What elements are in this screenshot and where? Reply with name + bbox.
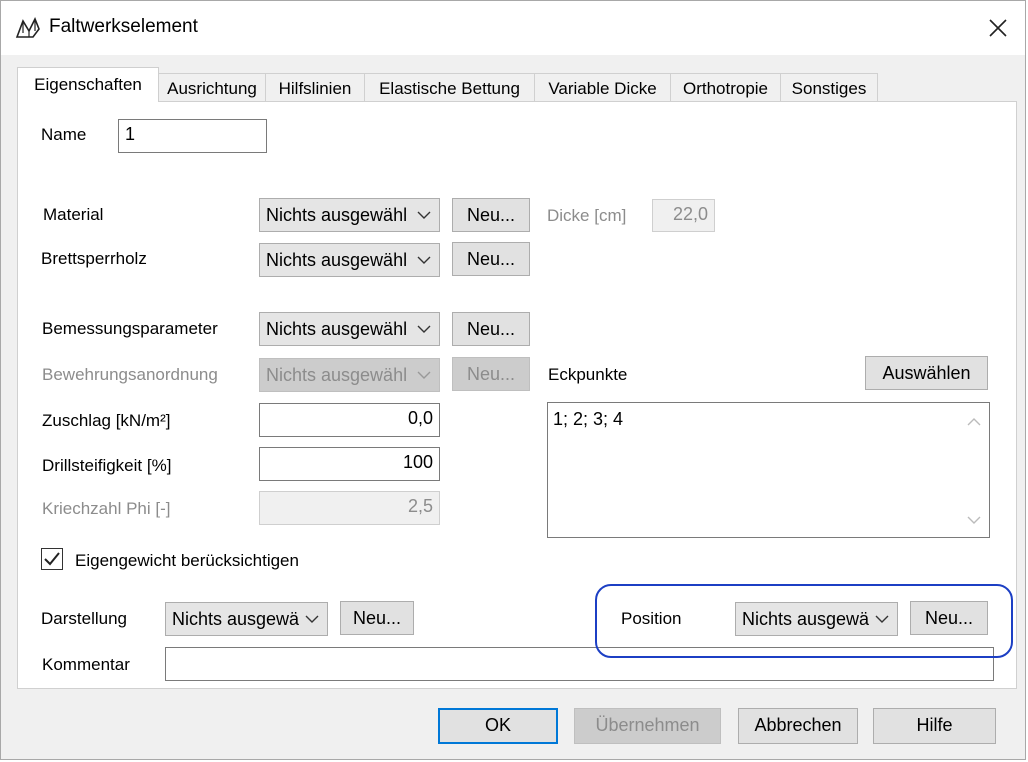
bewehrung-new-button: Neu... — [452, 357, 530, 391]
eckpunkte-value: 1; 2; 3; 4 — [553, 409, 624, 429]
chevron-down-icon — [417, 256, 431, 264]
darstellung-select[interactable]: Nichts ausgewä — [165, 602, 328, 636]
bewehrung-select: Nichts ausgewähl — [259, 358, 440, 392]
kommentar-label: Kommentar — [42, 655, 130, 674]
tab-ausrichtung[interactable]: Ausrichtung — [158, 73, 266, 101]
checkmark-icon — [44, 552, 60, 566]
scroll-up-icon[interactable] — [967, 417, 981, 427]
darstellung-label: Darstellung — [41, 609, 127, 628]
tab-orthotropie[interactable]: Orthotropie — [670, 73, 781, 101]
chevron-down-icon — [305, 615, 319, 623]
bewehrung-label: Bewehrungsanordnung — [42, 365, 218, 384]
help-button[interactable]: Hilfe — [873, 708, 996, 744]
drill-field[interactable]: 100 — [259, 447, 440, 481]
eigengewicht-label[interactable]: Eigengewicht berücksichtigen — [75, 551, 299, 571]
title-bar: Faltwerkselement — [1, 1, 1025, 55]
tab-panel-eigenschaften — [17, 101, 1017, 689]
chevron-down-icon — [417, 211, 431, 219]
cancel-button[interactable]: Abbrechen — [738, 708, 858, 744]
dicke-label: Dicke [cm] — [547, 206, 627, 225]
chevron-down-icon — [875, 615, 889, 623]
tab-sonstiges[interactable]: Sonstiges — [780, 73, 878, 101]
position-select[interactable]: Nichts ausgewä — [735, 602, 898, 636]
material-label: Material — [43, 205, 104, 224]
brettsperrholz-select-value: Nichts ausgewähl — [266, 250, 408, 270]
position-new-button[interactable]: Neu... — [910, 601, 988, 635]
zuschlag-label: Zuschlag [kN/m²] — [42, 411, 171, 430]
position-select-value: Nichts ausgewä — [742, 609, 870, 629]
eckpunkte-label: Eckpunkte — [548, 365, 628, 384]
tab-eigenschaften[interactable]: Eigenschaften — [17, 67, 159, 102]
window-title: Faltwerkselement — [49, 16, 198, 37]
bemessung-new-button[interactable]: Neu... — [452, 312, 530, 346]
chevron-down-icon — [417, 371, 431, 379]
bemessung-label: Bemessungsparameter — [42, 319, 218, 338]
eigengewicht-checkbox[interactable] — [41, 548, 63, 570]
bewehrung-select-value: Nichts ausgewähl — [266, 365, 408, 385]
zuschlag-field[interactable]: 0,0 — [259, 403, 440, 437]
kriech-field: 2,5 — [259, 491, 440, 525]
darstellung-new-button[interactable]: Neu... — [340, 601, 414, 635]
tab-elastische-bettung[interactable]: Elastische Bettung — [364, 73, 535, 101]
ok-button[interactable]: OK — [438, 708, 558, 744]
chevron-down-icon — [417, 325, 431, 333]
eckpunkte-select-button[interactable]: Auswählen — [865, 356, 988, 390]
close-button[interactable] — [981, 11, 1015, 45]
brettsperrholz-new-button[interactable]: Neu... — [452, 242, 530, 276]
drill-label: Drillsteifigkeit [%] — [42, 456, 172, 475]
kommentar-field[interactable] — [165, 647, 994, 681]
dicke-field: 22,0 — [652, 199, 715, 232]
kriech-label: Kriechzahl Phi [-] — [42, 499, 171, 518]
material-new-button[interactable]: Neu... — [452, 198, 530, 232]
brettsperrholz-label: Brettsperrholz — [41, 249, 147, 268]
brettsperrholz-select[interactable]: Nichts ausgewähl — [259, 243, 440, 277]
eckpunkte-listbox[interactable]: 1; 2; 3; 4 — [547, 402, 990, 538]
darstellung-select-value: Nichts ausgewä — [172, 609, 300, 629]
name-field[interactable]: 1 — [118, 119, 267, 153]
tab-hilfslinien[interactable]: Hilfslinien — [265, 73, 365, 101]
name-label: Name — [41, 125, 87, 144]
bemessung-select-value: Nichts ausgewähl — [266, 319, 408, 339]
close-icon — [989, 19, 1007, 37]
apply-button: Übernehmen — [574, 708, 721, 744]
bemessung-select[interactable]: Nichts ausgewähl — [259, 312, 440, 346]
dialog-window: Faltwerkselement Eigenschaften Ausrichtu… — [0, 0, 1026, 760]
folded-plate-icon — [15, 17, 41, 39]
material-select[interactable]: Nichts ausgewähl — [259, 198, 440, 232]
material-select-value: Nichts ausgewähl — [266, 205, 408, 225]
scroll-down-icon[interactable] — [967, 515, 981, 525]
position-label: Position — [621, 609, 682, 628]
tab-variable-dicke[interactable]: Variable Dicke — [534, 73, 671, 101]
